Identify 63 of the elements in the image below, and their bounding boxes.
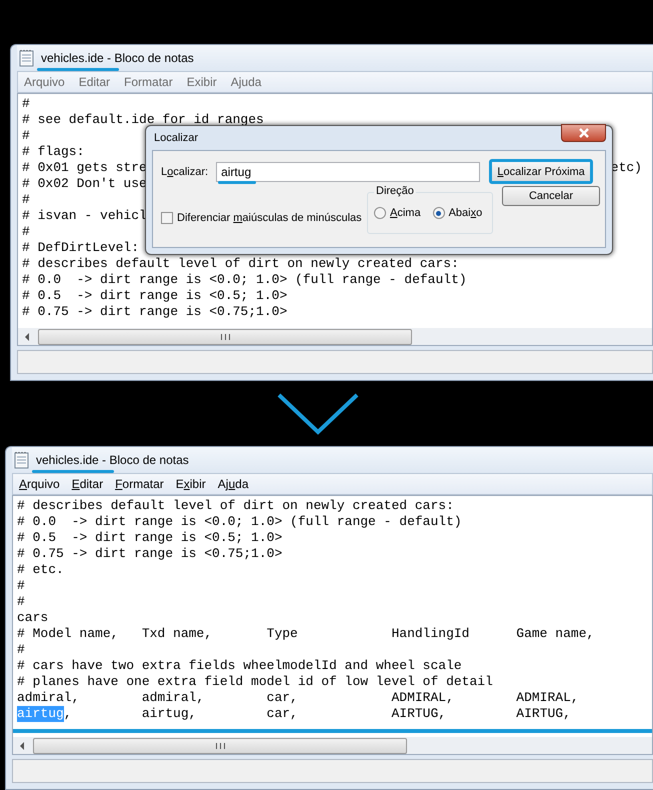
text-line: , airtug, car, AIRTUG, AIRTUG,: [64, 706, 571, 722]
text-line: # Model name, Txd name, Type HandlingId Game name,: [17, 626, 594, 642]
menu-item[interactable]: Formatar: [115, 476, 164, 491]
radio-button[interactable]: [432, 207, 445, 219]
text-line: # describes default level of dirt on newly created cars:: [22, 256, 459, 272]
window-title: vehicles.ide - Bloco de notas: [41, 51, 194, 65]
notepad-icon: [14, 450, 30, 469]
text-line: # 0.0 -> dirt range is <0.0; 1.0> (full range - default): [22, 272, 467, 288]
radio-button[interactable]: [374, 207, 386, 219]
menu-item[interactable]: Arquivo: [24, 75, 65, 89]
selected-text: airtug: [17, 706, 64, 722]
window-title: vehicles.ide - Bloco de notas: [36, 452, 189, 467]
group-label: Direção: [374, 185, 416, 197]
find-next-button[interactable]: Localizar Próxima: [489, 159, 594, 184]
text-line: # 0.0 -> dirt range is <0.0; 1.0> (full range - default): [17, 514, 462, 530]
text-line: # isvan - vehicl: [22, 208, 147, 224]
text-line: #: [17, 642, 25, 658]
menu-item[interactable]: Ajuda: [218, 476, 248, 491]
radio-label[interactable]: Abaixo: [448, 207, 482, 219]
menu-item[interactable]: Arquivo: [19, 476, 60, 491]
text-line: # DefDirtLevel:: [22, 240, 140, 256]
text-line: #: [22, 192, 30, 208]
text-line: # see default.ide for id ranges: [22, 112, 264, 128]
text-line: admiral, admiral, car, ADMIRAL, ADMIRAL,: [17, 690, 579, 706]
text-line: #: [22, 128, 30, 144]
close-icon: [578, 128, 590, 138]
highlight-underline: [218, 180, 256, 184]
checkbox-label[interactable]: Diferenciar maiúsculas de minúsculas: [177, 212, 362, 224]
chevron-down-icon: [276, 392, 360, 436]
text-line: # 0.5 -> dirt range is <0.5; 1.0>: [22, 288, 288, 304]
field-label: Localizar:: [161, 166, 208, 178]
horizontal-scrollbar[interactable]: [12, 737, 653, 755]
horizontal-scrollbar[interactable]: [17, 328, 653, 346]
menu-item[interactable]: Exibir: [176, 476, 206, 491]
text-line: #: [22, 224, 30, 240]
checkbox[interactable]: [161, 212, 173, 224]
menu-item[interactable]: Editar: [78, 75, 110, 89]
menu-item[interactable]: Exibir: [186, 75, 217, 89]
close-button[interactable]: [561, 124, 606, 142]
scroll-thumb[interactable]: [38, 328, 412, 345]
text-line: # planes have one extra field model id of low level of detail: [17, 674, 493, 690]
cancel-button[interactable]: Cancelar: [502, 186, 600, 206]
text-line: # 0.75 -> dirt range is <0.75;1.0>: [17, 546, 282, 562]
text-line: # 0.5 -> dirt range is <0.5; 1.0>: [17, 530, 282, 546]
notepad-icon: [19, 49, 35, 67]
text-line: #: [22, 96, 30, 112]
menu-item[interactable]: Editar: [72, 476, 104, 491]
text-line: cars: [17, 610, 48, 626]
menu-item[interactable]: Formatar: [124, 75, 173, 89]
text-line: #: [17, 594, 25, 610]
menu-item[interactable]: Ajuda: [230, 75, 262, 89]
text-line: # cars have two extra fields wheelmodelId and wheel scale: [17, 658, 462, 674]
search-field[interactable]: airtug: [216, 162, 480, 182]
radio-label[interactable]: Acima: [390, 207, 421, 219]
text-line: # 0x02 Don't use: [22, 176, 147, 192]
text-line: # 0.75 -> dirt range is <0.75;1.0>: [22, 304, 288, 320]
text-line: # describes default level of dirt on newly created cars:: [17, 498, 454, 514]
scroll-thumb[interactable]: [33, 738, 407, 754]
text-line: # 0x01 gets stre: [22, 160, 147, 176]
text-line: # etc.: [17, 562, 64, 578]
text-line: # flags:: [22, 144, 84, 160]
dialog-title: Localizar: [154, 132, 198, 144]
text-line: #: [17, 578, 25, 594]
